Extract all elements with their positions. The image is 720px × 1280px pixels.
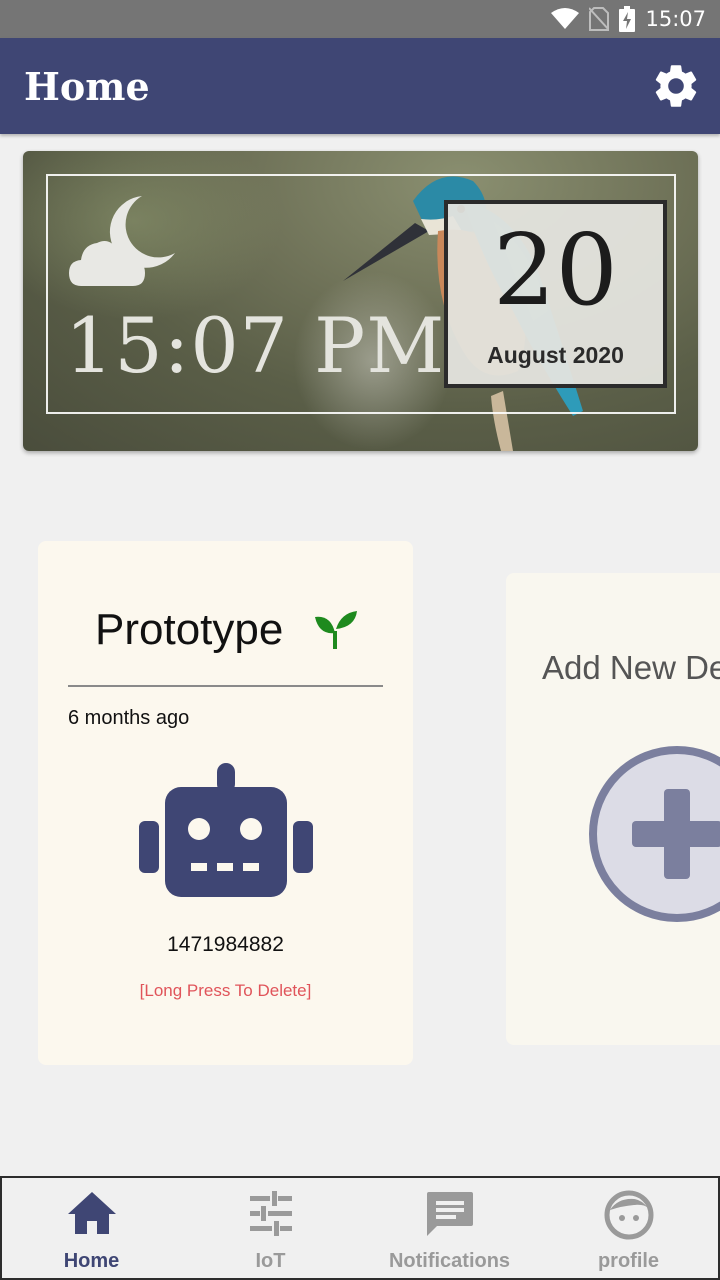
- nav-item-home[interactable]: Home: [2, 1178, 181, 1278]
- status-time: 15:07: [645, 7, 706, 31]
- date-month-year: August 2020: [487, 342, 624, 368]
- bottom-nav: Home IoT Notifications profile: [0, 1176, 720, 1280]
- page-title: Home: [24, 64, 150, 109]
- gear-icon: [655, 65, 697, 107]
- nav-item-notifications[interactable]: Notifications: [360, 1178, 539, 1278]
- nav-label: Notifications: [388, 1250, 511, 1272]
- device-name: Prototype: [95, 605, 284, 654]
- nav-label: IoT: [255, 1250, 286, 1272]
- divider: [68, 685, 383, 687]
- cloud-moon-icon: [69, 196, 175, 286]
- add-device-card[interactable]: Add New De: [506, 573, 720, 1045]
- robot-icon: [139, 763, 313, 897]
- device-card[interactable]: Prototype 6 months ago 1471984882 [Long …: [38, 541, 413, 1065]
- nav-label: Home: [63, 1250, 120, 1272]
- no-sim-icon: [589, 7, 610, 31]
- home-icon: [67, 1192, 116, 1234]
- device-last-seen: 6 months ago: [68, 707, 190, 729]
- settings-button[interactable]: [650, 60, 702, 112]
- battery-charging-icon: [619, 6, 636, 32]
- sliders-icon: [249, 1191, 292, 1236]
- nav-item-iot[interactable]: IoT: [181, 1178, 360, 1278]
- date-day: 20: [493, 214, 618, 328]
- nav-label: profile: [597, 1250, 660, 1272]
- face-icon: [604, 1190, 653, 1240]
- add-device-label: Add New De: [542, 649, 720, 686]
- delete-hint: [Long Press To Delete]: [139, 981, 312, 1000]
- add-circle-icon: [589, 746, 720, 922]
- clock-banner: 15:07 PM 20 August 2020: [23, 151, 698, 451]
- date-box: 20 August 2020: [444, 200, 667, 388]
- current-time: 15:07 PM: [65, 301, 446, 390]
- sprout-icon: [315, 611, 357, 649]
- nav-item-profile[interactable]: profile: [539, 1178, 718, 1278]
- message-icon: [426, 1192, 473, 1236]
- device-id: 1471984882: [167, 933, 284, 956]
- status-bar: 15:07: [0, 0, 720, 38]
- wifi-icon: [551, 8, 580, 29]
- app-bar: Home: [0, 38, 720, 134]
